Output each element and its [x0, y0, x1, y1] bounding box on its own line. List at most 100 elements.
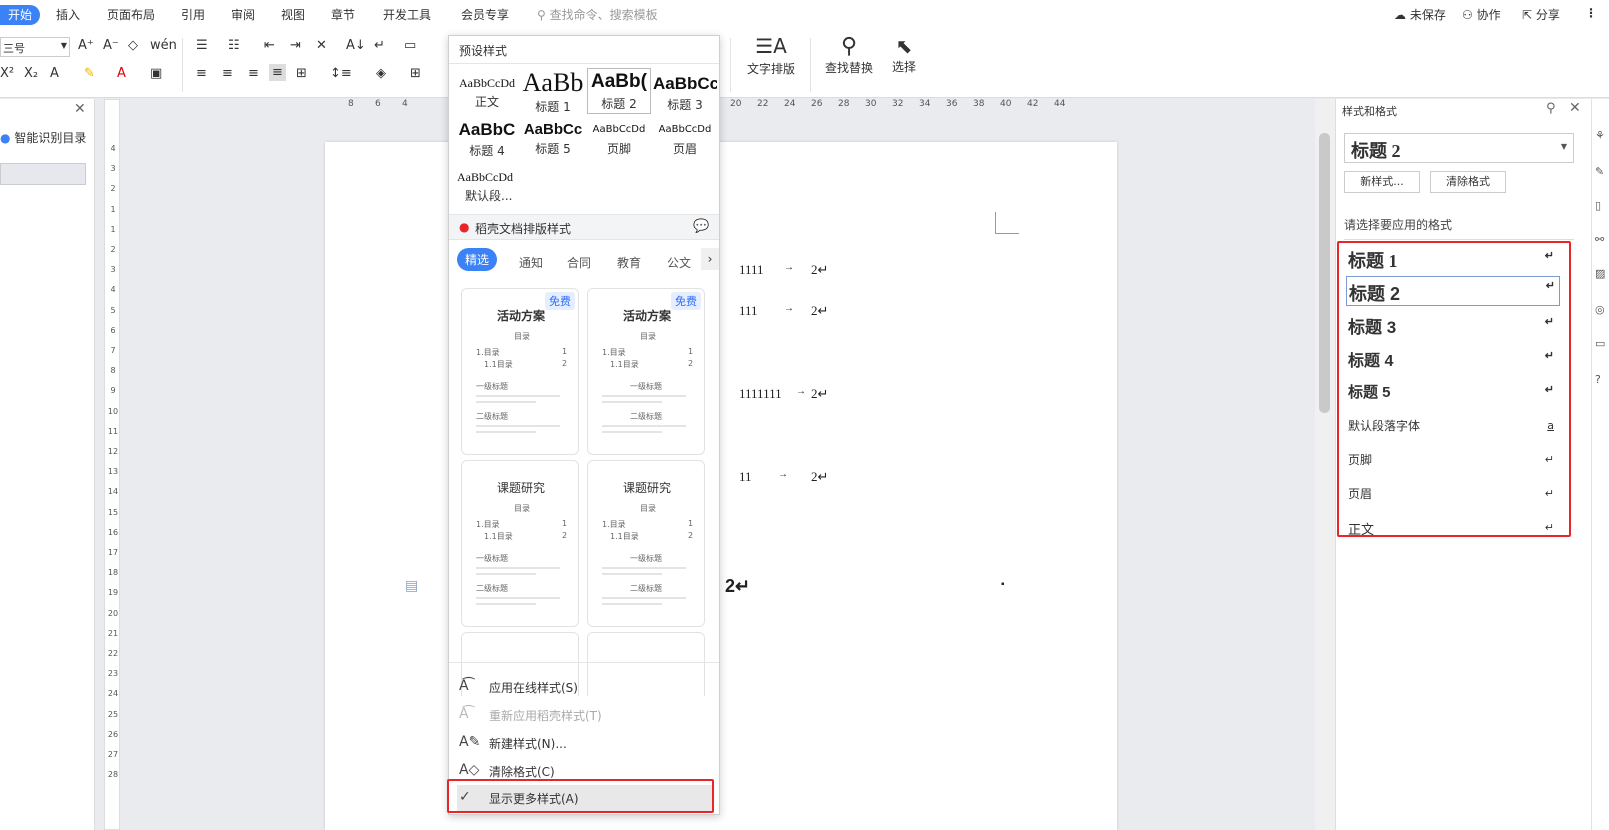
navigation-pane: ✕ ● 智能识别目录: [0, 99, 95, 830]
page-doc-icon[interactable]: ▤: [405, 578, 418, 594]
tab-references[interactable]: 引用: [181, 6, 205, 23]
template-card[interactable]: 免费 活动方案 目录 1.目录 1 1.1目录 2 一级标题 二级标题: [461, 288, 579, 455]
pin-icon[interactable]: ⚲: [1546, 101, 1556, 116]
doc-line-1[interactable]: 1111: [739, 262, 764, 278]
chevron-right-icon[interactable]: ›: [701, 248, 719, 270]
close-icon[interactable]: ✕: [1569, 100, 1581, 116]
tab-chapter[interactable]: 章节: [331, 6, 355, 23]
tab-view[interactable]: 视图: [281, 6, 305, 23]
clear-format-button[interactable]: 清除格式: [1430, 171, 1506, 193]
doc-line-3[interactable]: 1111111: [739, 386, 782, 402]
show-marks-icon[interactable]: ↵: [374, 38, 385, 53]
document-scrollbar[interactable]: [1315, 99, 1335, 830]
highlight-icon[interactable]: ✎: [84, 66, 95, 81]
shrink-font-icon[interactable]: A⁻: [103, 38, 119, 53]
style-preset-heading5[interactable]: AaBbCc 标题 5: [521, 120, 585, 157]
ruler-icon[interactable]: ▭: [404, 38, 416, 53]
align-center-icon[interactable]: ≡: [222, 66, 233, 81]
share-button[interactable]: ⇱ 分享: [1522, 6, 1560, 23]
doc-line-4[interactable]: 11: [739, 469, 752, 485]
line-spacing-icon[interactable]: ↕≡: [330, 66, 352, 81]
panel-title[interactable]: 样式和格式: [1342, 103, 1397, 119]
subscript-icon[interactable]: X₂: [24, 66, 38, 81]
unsaved-status[interactable]: ☁ 未保存: [1394, 6, 1446, 23]
category-notice[interactable]: 通知: [519, 254, 543, 271]
style-preset-header[interactable]: AaBbCcDd 页眉: [653, 120, 717, 157]
help-tool-icon[interactable]: ?: [1595, 373, 1601, 386]
select-tool-icon[interactable]: ▯: [1595, 199, 1601, 212]
align-left-icon[interactable]: ≡: [196, 66, 207, 81]
font-size-select[interactable]: 三号 ▼: [0, 37, 70, 57]
phonetic-icon[interactable]: wén: [150, 38, 177, 53]
current-style-select[interactable]: 标题 2 ▼: [1344, 133, 1574, 163]
indent-icon[interactable]: ⇥: [290, 38, 301, 53]
numbered-list-icon[interactable]: ☷: [228, 38, 240, 53]
char-border-icon[interactable]: ▣: [150, 66, 162, 81]
text-effect-icon[interactable]: A: [50, 66, 59, 81]
border-icon[interactable]: ⊞: [410, 66, 421, 81]
doc-line-3-page[interactable]: 2↵: [811, 386, 828, 402]
outdent-icon[interactable]: ⇤: [264, 38, 275, 53]
superscript-icon[interactable]: X²: [0, 66, 14, 81]
chinese-layout-icon[interactable]: ✕: [316, 38, 327, 53]
select-button[interactable]: ⬉ 选择: [884, 34, 924, 75]
smart-toc-button[interactable]: ● 智能识别目录: [0, 129, 86, 146]
tab-insert[interactable]: 插入: [56, 6, 80, 23]
scrollbar-thumb[interactable]: [1319, 133, 1330, 413]
category-official[interactable]: 公文: [667, 254, 691, 271]
template-card[interactable]: 免费 活动方案 目录 1.目录 1 1.1目录 2 一级标题 二级标题: [587, 288, 705, 455]
style-tool-icon[interactable]: ⚘: [1595, 129, 1605, 142]
apply-online-style[interactable]: A͡ 应用在线样式(S): [457, 674, 713, 700]
style-preset-normal[interactable]: AaBbCcDd 正文: [455, 70, 519, 110]
more-icon[interactable]: ⋮: [1585, 6, 1597, 20]
style-gallery-dropdown: 预设样式 AaBbCcDd 正文 AaBb 标题 1 AaBb( 标题 2 Aa…: [447, 35, 720, 815]
highlight-box: [1337, 241, 1571, 537]
tab-member[interactable]: 会员专享: [461, 6, 509, 23]
command-search[interactable]: ⚲ 查找命令、搜索模板: [537, 6, 658, 23]
close-icon[interactable]: ✕: [74, 101, 86, 117]
style-preset-heading1[interactable]: AaBb 标题 1: [521, 70, 585, 115]
doc-line-4-page[interactable]: 2↵: [811, 469, 828, 485]
style-preset-footer[interactable]: AaBbCcDd 页脚: [587, 120, 651, 157]
doc-line-1-page[interactable]: 2↵: [811, 262, 828, 278]
heading-two-text[interactable]: 2↵: [725, 576, 750, 597]
tab-review[interactable]: 审阅: [231, 6, 255, 23]
sort-icon[interactable]: A↓: [346, 38, 366, 53]
toc-selected-item[interactable]: [0, 163, 86, 185]
style-preset-heading2[interactable]: AaBb( 标题 2: [587, 68, 651, 114]
document-page[interactable]: 1111 → 2↵ 111 → 2↵ 1111111 → 2↵ 11 → 2↵ …: [325, 142, 1117, 830]
style-preset-heading3[interactable]: AaBbCc 标题 3: [653, 70, 717, 113]
image-tool-icon[interactable]: ▨: [1595, 267, 1605, 280]
tab-start[interactable]: 开始: [0, 5, 40, 25]
tab-page-layout[interactable]: 页面布局: [107, 6, 155, 23]
font-color-icon[interactable]: A: [117, 66, 126, 81]
collab-button[interactable]: ⚇ 协作: [1462, 6, 1501, 23]
settings-tool-icon[interactable]: ◎: [1595, 303, 1605, 316]
new-style[interactable]: A✎ 新建样式(N)...: [457, 730, 713, 756]
template-card[interactable]: 课题研究 目录 1.目录 1 1.1目录 2 一级标题 二级标题: [587, 460, 705, 627]
chat-icon[interactable]: 💬: [693, 219, 709, 234]
doc-tool-icon[interactable]: ▭: [1595, 337, 1605, 350]
eraser-icon[interactable]: ◇: [128, 38, 138, 53]
category-contract[interactable]: 合同: [567, 254, 591, 271]
template-card[interactable]: 课题研究 目录 1.目录 1 1.1目录 2 一级标题 二级标题: [461, 460, 579, 627]
shading-icon[interactable]: ◈: [376, 66, 386, 81]
style-preset-heading4[interactable]: AaBbC 标题 4: [455, 120, 519, 159]
tab-developer[interactable]: 开发工具: [383, 6, 431, 23]
bullet-list-icon[interactable]: ☰: [196, 38, 208, 53]
grow-font-icon[interactable]: A⁺: [78, 38, 94, 53]
format-tool-icon[interactable]: ✎: [1595, 165, 1604, 178]
new-style-button[interactable]: 新样式...: [1344, 171, 1420, 193]
share-tool-icon[interactable]: ⚯: [1595, 233, 1604, 246]
category-education[interactable]: 教育: [617, 254, 641, 271]
doc-line-2[interactable]: 111: [739, 303, 758, 319]
find-replace-button[interactable]: ⚲ 查找替换: [818, 34, 880, 76]
ruler-number: 26: [811, 99, 823, 109]
category-featured[interactable]: 精选: [457, 248, 498, 271]
style-preset-default-font[interactable]: AaBbCcDd 默认段...: [455, 170, 525, 204]
distribute-icon[interactable]: ⊞: [296, 66, 307, 81]
justify-icon[interactable]: ≡: [269, 64, 286, 81]
doc-line-2-page[interactable]: 2↵: [811, 303, 828, 319]
text-layout-button[interactable]: ☰A 文字排版: [742, 34, 800, 77]
align-right-icon[interactable]: ≡: [248, 66, 259, 81]
